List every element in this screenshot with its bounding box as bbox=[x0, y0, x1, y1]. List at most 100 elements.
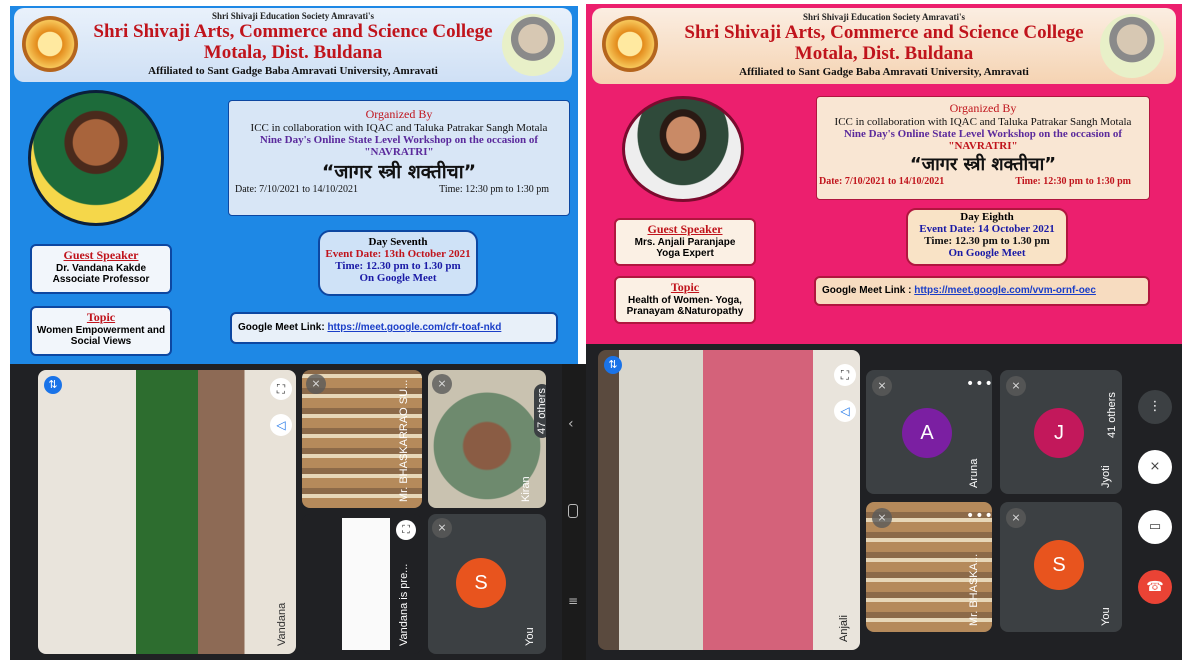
speaker-icon[interactable]: ◁ bbox=[834, 400, 856, 422]
topic-line-2: Social Views bbox=[70, 336, 132, 347]
mic-off-icon: ⨯ bbox=[1006, 376, 1026, 396]
mic-off-icon: ⨯ bbox=[432, 374, 452, 394]
workshop-time: Time: 12:30 pm to 1:30 pm bbox=[439, 184, 549, 195]
main-speaker-tile[interactable]: ⇅ ⛶ ◁ Anjali bbox=[598, 350, 860, 650]
workshop-date: Date: 7/10/2021 to 14/10/2021 bbox=[819, 176, 945, 187]
presentation-preview bbox=[342, 518, 390, 650]
meet-link-box: Google Meet Link: https://meet.google.co… bbox=[230, 312, 558, 344]
guest-speaker-box: Guest Speaker Dr. Vandana Kakde Associat… bbox=[30, 244, 172, 294]
college-logo bbox=[602, 16, 658, 72]
home-button-icon[interactable] bbox=[568, 504, 578, 518]
topic-line-2: Pranayam &Naturopathy bbox=[626, 306, 744, 317]
event-info-box: Organized By ICC in collaboration with I… bbox=[816, 96, 1150, 200]
society-name: Shri Shivaji Education Society Amravati'… bbox=[802, 12, 965, 22]
event-info-box: Organized By ICC in collaboration with I… bbox=[228, 100, 570, 216]
self-avatar: S bbox=[456, 558, 506, 608]
event-date: Event Date: 13th October 2021 bbox=[325, 248, 471, 260]
right-meet-area: ⇅ ⛶ ◁ Anjali ⨯ ••• A Aruna ⨯ J Jyoti 41 … bbox=[586, 344, 1182, 660]
guest-name: Mrs. Anjali Paranjape bbox=[634, 237, 736, 248]
guest-name: Dr. Vandana Kakde bbox=[55, 263, 147, 274]
topic-heading: Topic bbox=[670, 280, 700, 294]
more-options-icon[interactable]: ••• bbox=[966, 376, 992, 392]
topic-box: Topic Health of Women- Yoga, Pranayam &N… bbox=[614, 276, 756, 324]
mic-off-icon: ⨯ bbox=[306, 374, 326, 394]
others-count[interactable]: 41 others bbox=[1104, 388, 1120, 442]
college-logo bbox=[22, 16, 78, 72]
left-poster: Shri Shivaji Education Society Amravati'… bbox=[10, 6, 578, 364]
guest-heading: Guest Speaker bbox=[63, 248, 139, 262]
participant-name: Mr. BHASKARRAO SU... bbox=[398, 379, 410, 502]
more-options-icon[interactable]: ⋮ bbox=[1138, 390, 1172, 424]
meet-link-url[interactable]: https://meet.google.com/vvm-ornf-oec bbox=[914, 285, 1096, 296]
collaboration: ICC in collaboration with IQAC and Taluk… bbox=[250, 122, 548, 134]
right-header-banner: Shri Shivaji Education Society Amravati'… bbox=[592, 8, 1176, 84]
participant-tile-jyoti[interactable]: ⨯ J Jyoti 41 others bbox=[1000, 370, 1122, 494]
participant-name: Aruna bbox=[968, 458, 980, 488]
day-label: Day Seventh bbox=[368, 236, 428, 248]
left-header-banner: Shri Shivaji Education Society Amravati'… bbox=[14, 8, 572, 82]
recents-icon[interactable]: ≡ bbox=[568, 594, 578, 608]
fullscreen-icon[interactable]: ⛶ bbox=[834, 364, 856, 386]
college-name: Shri Shivaji Arts, Commerce and Science … bbox=[684, 22, 1084, 43]
self-tile[interactable]: ⨯ S You bbox=[428, 514, 546, 654]
society-name: Shri Shivaji Education Society Amravati'… bbox=[211, 11, 374, 21]
college-location: Motala, Dist. Buldana bbox=[203, 42, 383, 63]
guest-role: Yoga Expert bbox=[656, 248, 714, 259]
college-name: Shri Shivaji Arts, Commerce and Science … bbox=[93, 21, 493, 42]
marathi-title: “जागर स्त्री शक्तीचा” bbox=[321, 161, 477, 183]
back-icon[interactable]: ‹ bbox=[568, 416, 574, 432]
marathi-title: “जागर स्त्री शक्तीचा” bbox=[909, 154, 1057, 175]
college-location: Motala, Dist. Buldana bbox=[794, 43, 974, 64]
meet-link-label: Google Meet Link: bbox=[238, 322, 325, 333]
mic-off-icon: ⨯ bbox=[1006, 508, 1026, 528]
organized-by: Organized By bbox=[949, 101, 1017, 115]
participant-tile-aruna[interactable]: ⨯ ••• A Aruna bbox=[866, 370, 992, 494]
presentation-tile[interactable]: ⛶ Vandana is pre... bbox=[302, 514, 422, 654]
workshop-title: Nine Day's Online State Level Workshop o… bbox=[843, 128, 1123, 140]
audio-route-icon[interactable]: ⇅ bbox=[604, 356, 622, 374]
participant-tile-kiran[interactable]: ⨯ Kiran 47 others bbox=[428, 370, 546, 508]
workshop-date: Date: 7/10/2021 to 14/10/2021 bbox=[235, 184, 359, 195]
participant-name: You bbox=[524, 627, 536, 646]
fullscreen-icon[interactable]: ⛶ bbox=[270, 378, 292, 400]
meet-link-url[interactable]: https://meet.google.com/cfr-toaf-nkd bbox=[327, 322, 501, 333]
topic-heading: Topic bbox=[86, 310, 116, 324]
mic-off-icon[interactable]: ⨯ bbox=[1138, 450, 1172, 484]
mic-off-icon: ⨯ bbox=[872, 508, 892, 528]
participant-name: Vandana bbox=[276, 602, 288, 646]
participant-name: Mr. BHASKA... bbox=[968, 553, 980, 626]
event-platform: On Google Meet bbox=[948, 247, 1026, 259]
day-box: Day Eighth Event Date: 14 October 2021 T… bbox=[906, 208, 1068, 266]
organized-by: Organized By bbox=[365, 107, 433, 121]
left-meet-area: ⇅ ⛶ ◁ Vandana ⨯ Mr. BHASKARRAO SU... ⨯ K… bbox=[10, 364, 578, 660]
navratri: "NAVRATRI" bbox=[948, 140, 1018, 152]
participant-tile-bhaskarrao[interactable]: ⨯ Mr. BHASKARRAO SU... bbox=[302, 370, 422, 508]
event-date: Event Date: 14 October 2021 bbox=[919, 223, 1055, 235]
founder-portrait bbox=[1100, 14, 1164, 78]
main-speaker-tile[interactable]: ⇅ ⛶ ◁ Vandana bbox=[38, 370, 296, 654]
topic-line-1: Health of Women- Yoga, bbox=[628, 295, 742, 306]
affiliation: Affiliated to Sant Gadge Baba Amravati U… bbox=[739, 66, 1029, 78]
end-call-icon[interactable]: ☎ bbox=[1138, 570, 1172, 604]
guest-role: Associate Professor bbox=[52, 274, 150, 285]
navratri: "NAVRATRI" bbox=[364, 146, 434, 158]
presenting-label: Vandana is pre... bbox=[398, 563, 410, 646]
event-time: Time: 12.30 pm to 1.30 pm bbox=[924, 235, 1050, 247]
camera-off-icon[interactable]: ▭ bbox=[1138, 510, 1172, 544]
more-options-icon[interactable]: ••• bbox=[966, 508, 992, 524]
speaker-icon[interactable]: ◁ bbox=[270, 414, 292, 436]
participant-tile-bhaskarrao[interactable]: ⨯ ••• Mr. BHASKA... bbox=[866, 502, 992, 632]
others-count[interactable]: 47 others bbox=[534, 384, 546, 438]
device-nav-bar: ‹ ≡ bbox=[562, 364, 586, 660]
mic-off-icon: ⨯ bbox=[432, 518, 452, 538]
fullscreen-icon[interactable]: ⛶ bbox=[396, 520, 416, 540]
affiliation: Affiliated to Sant Gadge Baba Amravati U… bbox=[148, 65, 438, 77]
self-tile[interactable]: ⨯ S You bbox=[1000, 502, 1122, 632]
right-poster: Shri Shivaji Education Society Amravati'… bbox=[586, 4, 1182, 344]
jyoti-avatar: J bbox=[1034, 408, 1084, 458]
day-box: Day Seventh Event Date: 13th October 202… bbox=[318, 230, 478, 296]
participant-name: Jyoti bbox=[1100, 465, 1112, 488]
aruna-avatar: A bbox=[902, 408, 952, 458]
audio-route-icon[interactable]: ⇅ bbox=[44, 376, 62, 394]
topic-line-1: Women Empowerment and bbox=[36, 325, 166, 336]
